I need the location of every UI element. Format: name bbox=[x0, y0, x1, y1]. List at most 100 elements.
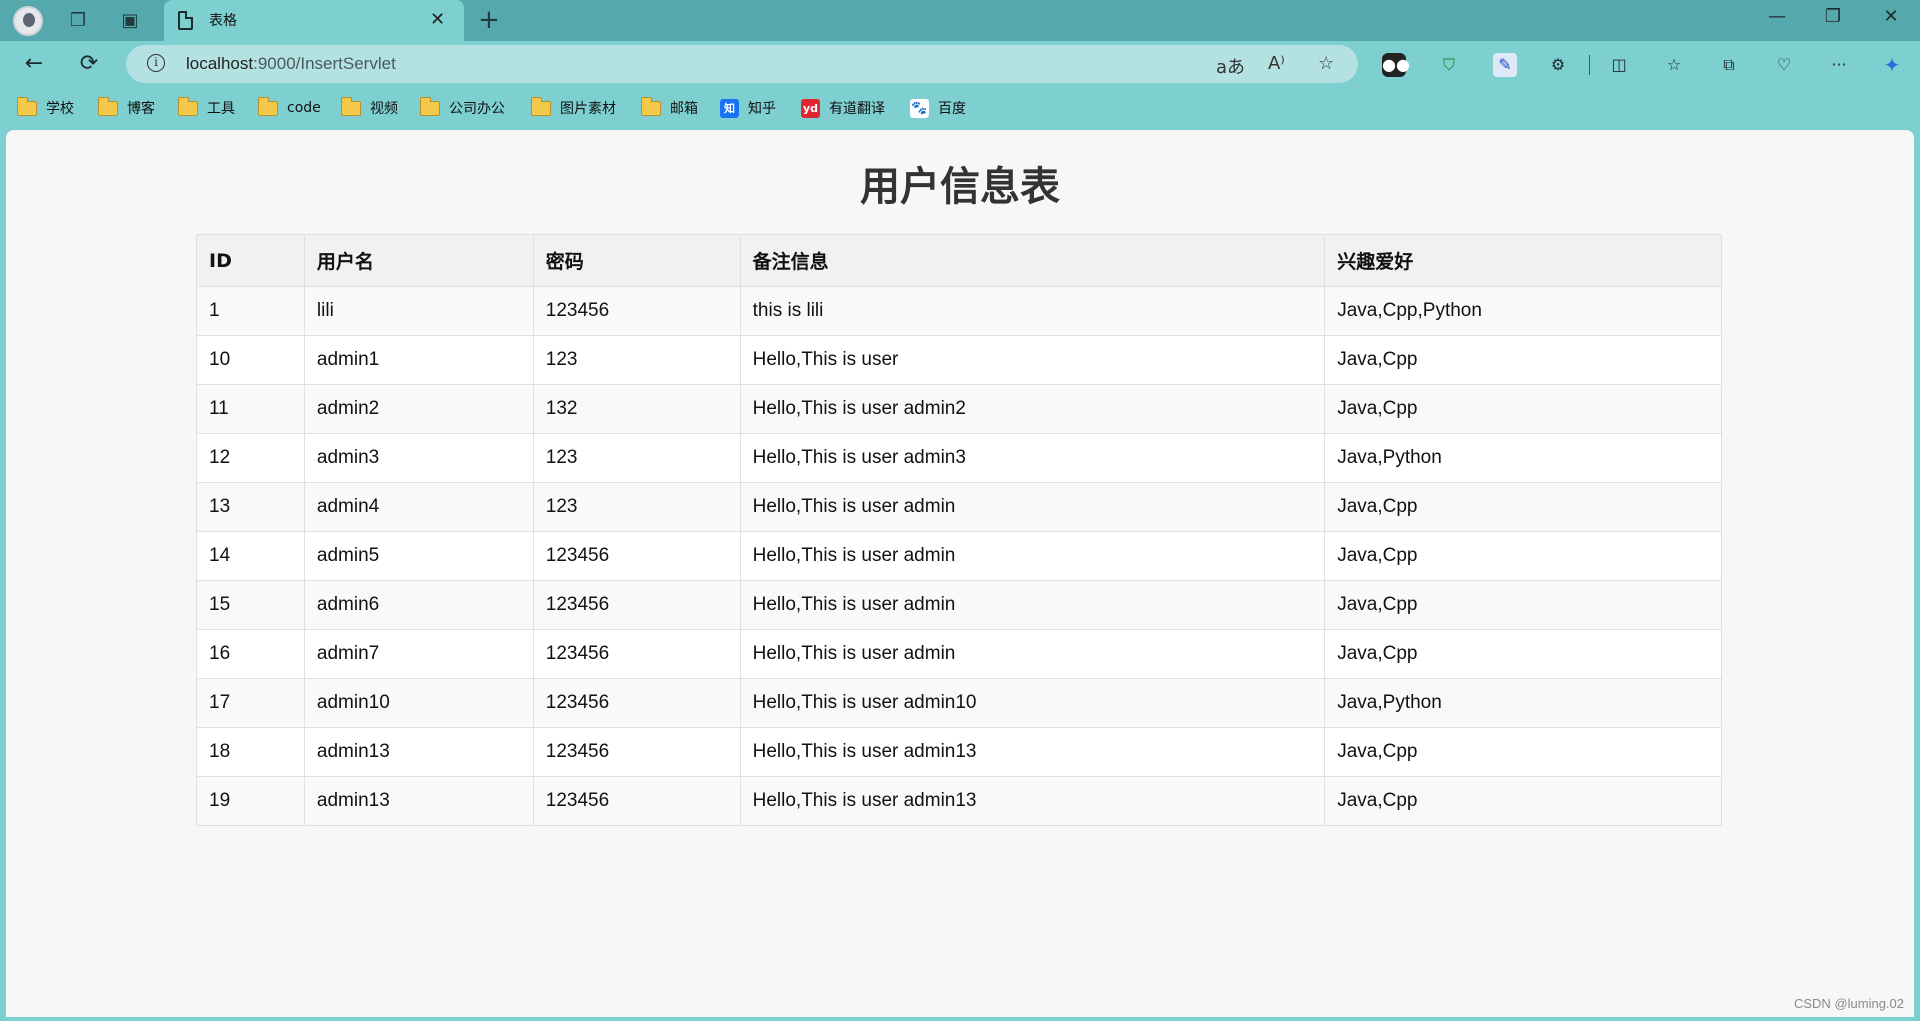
bookmark-zhihu[interactable]: 知知乎 bbox=[720, 98, 776, 118]
table-cell: this is lili bbox=[739, 286, 1326, 336]
site-info-icon[interactable]: i bbox=[147, 54, 165, 72]
workspaces-icon[interactable]: ❐ bbox=[66, 9, 90, 33]
bookmark-folder-office[interactable]: 公司办公 bbox=[420, 96, 505, 118]
table-cell: 15 bbox=[196, 580, 305, 630]
bookmark-folder-images[interactable]: 图片素材 bbox=[531, 96, 616, 118]
extensions-icon[interactable]: ⚙ bbox=[1546, 53, 1570, 77]
table-cell: Java,Cpp bbox=[1324, 580, 1722, 630]
table-cell: Hello,This is user admin13 bbox=[739, 776, 1326, 826]
address-bar[interactable]: i localhost:9000/InsertServlet aあ A⁾ ☆ bbox=[126, 45, 1358, 83]
table-cell: Java,Cpp bbox=[1324, 335, 1722, 385]
browser-essentials-icon[interactable]: ♡ bbox=[1772, 53, 1796, 77]
tab-actions-icon[interactable]: ▣ bbox=[118, 9, 142, 33]
column-header: 兴趣爱好 bbox=[1324, 234, 1722, 287]
table-cell: 123456 bbox=[532, 286, 741, 336]
extension-tampermonkey-icon[interactable]: ●● bbox=[1382, 53, 1410, 77]
table-cell: 18 bbox=[196, 727, 305, 777]
folder-icon bbox=[258, 96, 278, 116]
page-icon bbox=[178, 11, 193, 30]
folder-icon bbox=[531, 96, 551, 116]
page-content: 用户信息表 ID 用户名 密码 备注信息 兴趣爱好 1 lili 123456 thi… bbox=[6, 130, 1914, 1017]
table-cell: Hello,This is user bbox=[739, 335, 1326, 385]
column-header: 用户名 bbox=[303, 234, 534, 287]
table-cell: Java,Python bbox=[1324, 678, 1722, 728]
restore-icon[interactable]: ❐ bbox=[1818, 6, 1848, 27]
table-cell: admin13 bbox=[303, 727, 534, 777]
column-header: 密码 bbox=[532, 234, 741, 287]
table-cell: Hello,This is user admin3 bbox=[739, 433, 1326, 483]
folder-icon bbox=[641, 96, 661, 116]
table-cell: 10 bbox=[196, 335, 305, 385]
table-row: 16 admin7 123456 Hello,This is user admin Ja… bbox=[196, 629, 1722, 679]
table-cell: 17 bbox=[196, 678, 305, 728]
split-screen-icon[interactable]: ◫ bbox=[1607, 53, 1631, 77]
table-row: 1 lili 123456 this is lili Java,Cpp,Python bbox=[196, 286, 1722, 336]
back-icon[interactable]: ← bbox=[20, 51, 48, 76]
translate-icon[interactable]: aあ bbox=[1216, 53, 1245, 79]
favorites-icon[interactable]: ☆ bbox=[1662, 53, 1686, 77]
folder-icon bbox=[17, 96, 37, 116]
refresh-icon[interactable]: ⟳ bbox=[75, 51, 103, 76]
table-row: 12 admin3 123 Hello,This is user admin3 Java… bbox=[196, 433, 1722, 483]
more-menu-icon[interactable]: ··· bbox=[1827, 53, 1851, 77]
table-cell: Java,Cpp bbox=[1324, 531, 1722, 581]
table-cell: 13 bbox=[196, 482, 305, 532]
table-cell: 123456 bbox=[532, 727, 741, 777]
bookmark-baidu[interactable]: 🐾 百度 bbox=[910, 98, 966, 118]
folder-icon bbox=[98, 96, 118, 116]
table-cell: admin13 bbox=[303, 776, 534, 826]
bookmark-folder-code[interactable]: code bbox=[258, 96, 321, 118]
copilot-icon[interactable]: ✦ bbox=[1880, 53, 1904, 77]
table-cell: admin4 bbox=[303, 482, 534, 532]
table-cell: Java,Cpp bbox=[1324, 384, 1722, 434]
read-aloud-icon[interactable]: A⁾ bbox=[1268, 53, 1285, 74]
table-cell: Java,Cpp bbox=[1324, 482, 1722, 532]
bookmark-folder-blog[interactable]: 博客 bbox=[98, 96, 155, 118]
folder-icon bbox=[178, 96, 198, 116]
table-row: 15 admin6 123456 Hello,This is user admin Ja… bbox=[196, 580, 1722, 630]
table-cell: Hello,This is user admin bbox=[739, 629, 1326, 679]
table-cell: Hello,This is user admin10 bbox=[739, 678, 1326, 728]
bookmark-folder-school[interactable]: 学校 bbox=[17, 96, 74, 118]
extension-shield-icon[interactable]: ⛉ bbox=[1437, 53, 1461, 77]
page-title: 用户信息表 bbox=[860, 164, 1060, 210]
profile-avatar[interactable] bbox=[13, 6, 43, 36]
table-cell: 1 bbox=[196, 286, 305, 336]
minimize-icon[interactable]: — bbox=[1762, 6, 1792, 27]
table-cell: lili bbox=[303, 286, 534, 336]
new-tab-icon[interactable]: + bbox=[478, 5, 500, 35]
user-table: ID 用户名 密码 备注信息 兴趣爱好 1 lili 123456 this is l… bbox=[196, 234, 1722, 826]
table-cell: 123456 bbox=[532, 580, 741, 630]
title-bar: ❐ ▣ 表格 ✕ + — ❐ ✕ bbox=[0, 0, 1920, 41]
toolbar-divider bbox=[1589, 55, 1590, 75]
table-cell: Java,Cpp bbox=[1324, 727, 1722, 777]
url-text[interactable]: localhost:9000/InsertServlet bbox=[186, 54, 396, 74]
table-cell: Java,Cpp,Python bbox=[1324, 286, 1722, 336]
bookmark-folder-tools[interactable]: 工具 bbox=[178, 96, 235, 118]
close-icon[interactable]: ✕ bbox=[1876, 6, 1906, 27]
table-cell: Hello,This is user admin bbox=[739, 580, 1326, 630]
table-row: 11 admin2 132 Hello,This is user admin2 Java… bbox=[196, 384, 1722, 434]
bookmark-youdao[interactable]: yd 有道翻译 bbox=[801, 98, 885, 118]
watermark: CSDN @luming.02 bbox=[1793, 996, 1904, 1011]
table-row: 19 admin13 123456 Hello,This is user admin1… bbox=[196, 776, 1722, 826]
favorite-star-icon[interactable]: ☆ bbox=[1318, 53, 1334, 74]
zhihu-icon: 知 bbox=[720, 98, 739, 118]
table-cell: 123456 bbox=[532, 678, 741, 728]
collections-icon[interactable]: ⧉ bbox=[1717, 53, 1741, 77]
bookmark-folder-video[interactable]: 视频 bbox=[341, 96, 398, 118]
column-header: 备注信息 bbox=[739, 234, 1326, 287]
table-cell: admin2 bbox=[303, 384, 534, 434]
extension-translate-icon[interactable]: ✎ bbox=[1493, 53, 1517, 77]
table-cell: 123 bbox=[532, 482, 741, 532]
table-cell: Hello,This is user admin bbox=[739, 482, 1326, 532]
table-cell: admin3 bbox=[303, 433, 534, 483]
youdao-icon: yd bbox=[801, 98, 820, 118]
tab-active[interactable]: 表格 ✕ bbox=[164, 0, 464, 41]
table-cell: admin10 bbox=[303, 678, 534, 728]
table-cell: 14 bbox=[196, 531, 305, 581]
tab-close-icon[interactable]: ✕ bbox=[430, 9, 445, 30]
bookmark-folder-mail[interactable]: 邮箱 bbox=[641, 96, 698, 118]
table-cell: Hello,This is user admin bbox=[739, 531, 1326, 581]
bookmarks-bar: 学校 博客 工具 code 视频 公司办公 图片素材 邮箱 知知乎 yd 有道翻译… bbox=[0, 88, 1920, 128]
